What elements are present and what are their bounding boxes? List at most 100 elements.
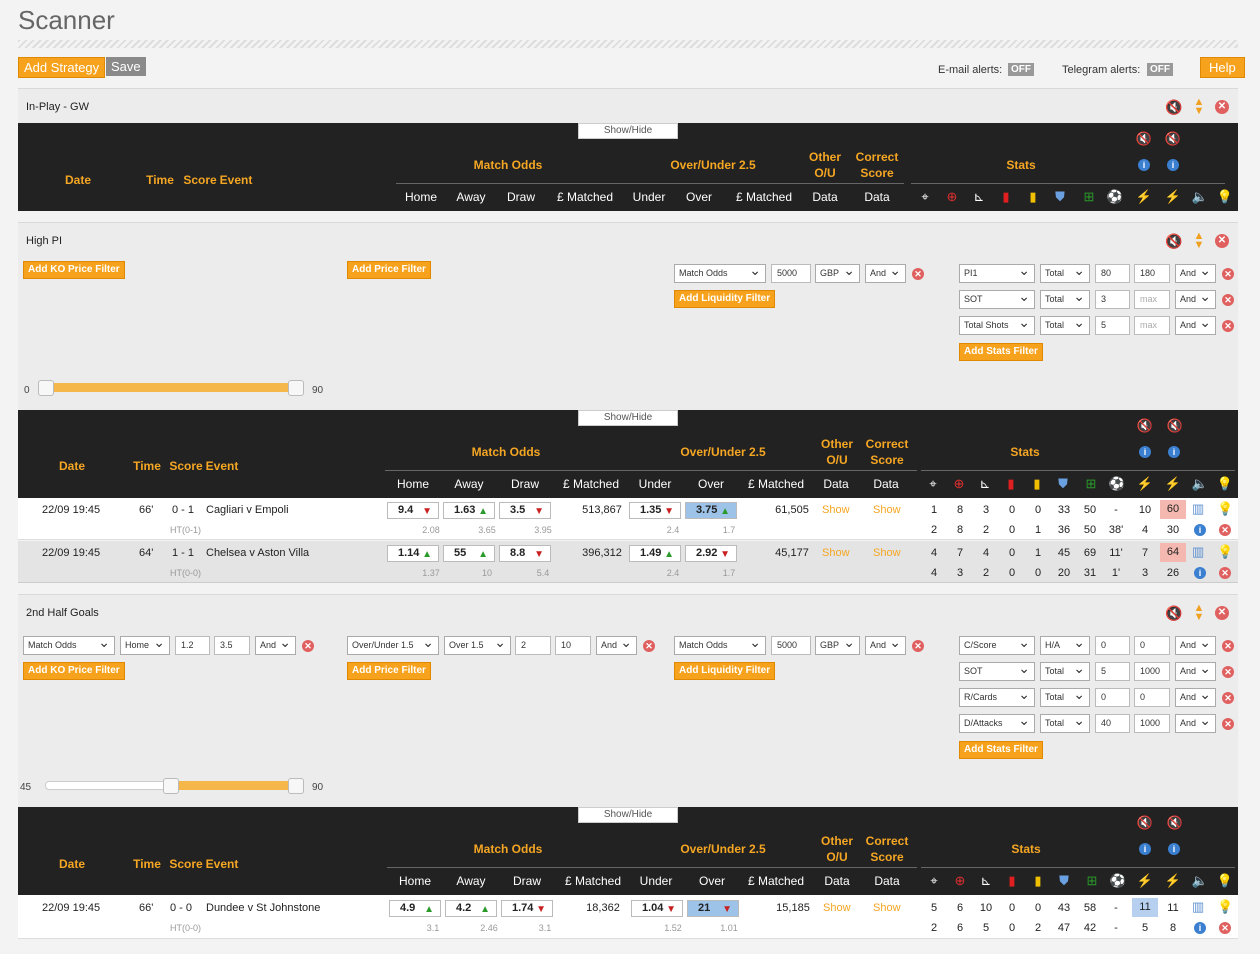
stats-max-input[interactable]: 1000 (1134, 662, 1170, 681)
info-icon-2[interactable]: i (1168, 843, 1180, 855)
remove-row-icon[interactable]: ✕ (1219, 922, 1231, 934)
col-away[interactable]: Away (446, 477, 492, 491)
ko-market-select[interactable]: Match Odds (23, 634, 115, 655)
stats-max-input[interactable]: 0 (1134, 636, 1170, 655)
remove-filter-icon[interactable]: ✕ (912, 640, 924, 652)
stats-logic-select[interactable]: And (1175, 314, 1216, 335)
liquidity-amount-input[interactable]: 5000 (771, 264, 811, 283)
correct-score-show-link[interactable]: Show (873, 504, 901, 516)
stats-logic-select[interactable]: And (1175, 288, 1216, 309)
row-event[interactable]: Dundee v St Johnstone (206, 902, 320, 914)
col-under[interactable]: Under (633, 874, 679, 888)
info-icon[interactable]: i (1194, 524, 1206, 536)
row-event[interactable]: Cagliari v Empoli (206, 504, 289, 516)
col-event[interactable]: Event (204, 857, 240, 871)
stats-max-input[interactable]: 1000 (1134, 714, 1170, 733)
sound-icon[interactable]: 🔈 (1191, 873, 1209, 889)
email-alerts-toggle[interactable]: OFF (1008, 63, 1034, 76)
remove-filter-icon[interactable]: ✕ (1222, 320, 1234, 332)
add-price-filter-button[interactable]: Add Price Filter (347, 261, 431, 279)
remove-filter-icon[interactable]: ✕ (1222, 666, 1234, 678)
stats-filter-select[interactable]: C/Score (959, 634, 1035, 655)
odds-draw[interactable]: 8.8 ▼ (499, 545, 551, 562)
info-icon[interactable]: i (1194, 567, 1206, 579)
liquidity-market-select[interactable]: Match Odds (674, 262, 766, 283)
info-icon-2[interactable]: i (1167, 159, 1179, 171)
stats-logic-select[interactable]: And (1175, 660, 1216, 681)
col-over[interactable]: Over (676, 190, 722, 204)
odds-away[interactable]: 4.2 ▲ (445, 900, 497, 917)
info-icon[interactable]: i (1139, 843, 1151, 855)
stats-scope-select[interactable]: Total (1040, 314, 1090, 335)
odds-draw[interactable]: 1.74 ▼ (501, 900, 553, 917)
price-max-input[interactable]: 10 (555, 636, 591, 655)
stats-logic-select[interactable]: And (1175, 712, 1216, 733)
stats-filter-select[interactable]: SOT (959, 288, 1035, 309)
bulb-icon[interactable]: 💡 (1216, 189, 1234, 205)
remove-filter-icon[interactable]: ✕ (1222, 640, 1234, 652)
remove-filter-icon[interactable]: ✕ (302, 640, 314, 652)
info-icon-2[interactable]: i (1168, 446, 1180, 458)
remove-filter-icon[interactable]: ✕ (1222, 294, 1234, 306)
chart-icon[interactable]: ▥ (1192, 544, 1204, 560)
chart-icon[interactable]: ▥ (1192, 899, 1204, 915)
col-ou-matched[interactable]: £ Matched (740, 477, 812, 491)
price-logic-select[interactable]: And (596, 634, 637, 655)
show-hide-toggle[interactable]: Show/Hide (578, 807, 678, 823)
other-ou-show-link[interactable]: Show (823, 902, 851, 914)
sound-icon[interactable]: 🔈 (1191, 189, 1209, 205)
stats-filter-select[interactable]: SOT (959, 660, 1035, 681)
add-liquidity-filter-button[interactable]: Add Liquidity Filter (674, 290, 776, 308)
liquidity-currency-select[interactable]: GBP (815, 634, 860, 655)
liquidity-amount-input[interactable]: 5000 (771, 636, 811, 655)
odds-over[interactable]: 3.75 ▲ (685, 502, 737, 519)
col-draw[interactable]: Draw (498, 190, 544, 204)
row-event[interactable]: Chelsea v Aston Villa (206, 547, 309, 559)
col-draw[interactable]: Draw (504, 874, 550, 888)
delete-strategy-icon[interactable]: ✕ (1215, 234, 1229, 248)
col-event[interactable]: Event (218, 173, 254, 187)
stats-scope-select[interactable]: H/A (1040, 634, 1090, 655)
stats-min-input[interactable]: 0 (1095, 688, 1130, 707)
stats-logic-select[interactable]: And (1175, 634, 1216, 655)
stats-min-input[interactable]: 40 (1095, 714, 1130, 733)
info-icon[interactable]: i (1138, 159, 1150, 171)
col-date[interactable]: Date (58, 173, 98, 187)
bulb-icon[interactable]: 💡 (1216, 873, 1234, 889)
ko-logic-select[interactable]: And (255, 634, 296, 655)
stats-logic-select[interactable]: And (1175, 686, 1216, 707)
stats-logic-select[interactable]: And (1175, 262, 1216, 283)
mute-icon[interactable]: 🔇 (1165, 605, 1182, 622)
stats-filter-select[interactable]: PI1 (959, 262, 1035, 283)
col-away[interactable]: Away (448, 874, 494, 888)
col-date[interactable]: Date (52, 857, 92, 871)
bulb-icon[interactable]: 💡 (1216, 476, 1234, 492)
remove-filter-icon[interactable]: ✕ (1222, 692, 1234, 704)
stats-scope-select[interactable]: Total (1040, 288, 1090, 309)
table-row[interactable]: 22/09 19:45 64' 1 - 1 Chelsea v Aston Vi… (18, 541, 1238, 583)
table-row[interactable]: 22/09 19:45 66' 0 - 1 Cagliari v Empoli … (18, 498, 1238, 540)
ko-max-input[interactable]: 3.5 (214, 636, 250, 655)
col-ou-matched[interactable]: £ Matched (728, 190, 800, 204)
col-over[interactable]: Over (688, 477, 734, 491)
col-away[interactable]: Away (448, 190, 494, 204)
add-ko-price-filter-button[interactable]: Add KO Price Filter (23, 261, 125, 279)
stats-scope-select[interactable]: Total (1040, 686, 1090, 707)
mute-alert-icon[interactable]: 🔇 (1136, 815, 1154, 831)
mute-icon[interactable]: 🔇 (1165, 233, 1182, 250)
col-date[interactable]: Date (52, 459, 92, 473)
remove-row-icon[interactable]: ✕ (1219, 567, 1231, 579)
table-row[interactable]: 22/09 19:45 66' 0 - 0 Dundee v St Johnst… (18, 895, 1238, 939)
save-button[interactable]: Save (106, 57, 146, 76)
odds-under[interactable]: 1.04 ▼ (631, 900, 683, 917)
stats-max-input[interactable]: 180 (1134, 264, 1170, 283)
odds-under[interactable]: 1.35 ▼ (629, 502, 681, 519)
stats-min-input[interactable]: 0 (1095, 636, 1130, 655)
show-hide-toggle[interactable]: Show/Hide (578, 410, 678, 426)
reorder-icon[interactable]: ▲ ▼ (1191, 97, 1207, 117)
reorder-icon[interactable]: ▲ ▼ (1191, 603, 1207, 623)
remove-filter-icon[interactable]: ✕ (1222, 268, 1234, 280)
help-button[interactable]: Help (1200, 57, 1245, 78)
other-ou-show-link[interactable]: Show (822, 504, 850, 516)
odds-home[interactable]: 1.14 ▲ (387, 545, 439, 562)
